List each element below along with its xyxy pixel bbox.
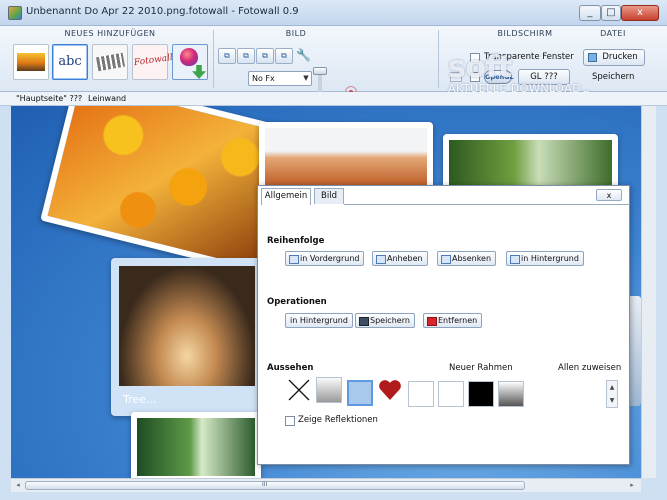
- no-frame-x-icon: [288, 379, 310, 401]
- text-tool-label: abc: [58, 54, 82, 69]
- add-text-tool[interactable]: abc: [52, 44, 88, 80]
- no-frame-swatch[interactable]: [286, 377, 312, 403]
- breadcrumb-canvas[interactable]: Leinwand: [88, 94, 126, 103]
- gradient-frame-swatch[interactable]: [316, 377, 342, 403]
- group-label-picture: BILD: [285, 29, 307, 38]
- wordcloud-icon: [95, 52, 126, 72]
- appearance-section-title: Aussehen: [267, 363, 314, 373]
- tree-photo-frame[interactable]: Tree...: [111, 258, 263, 416]
- remove-button[interactable]: Entfernen: [423, 313, 483, 328]
- fotowall-app-icon: [8, 6, 22, 20]
- show-reflections-label: Zeige Reflektionen: [298, 415, 378, 425]
- heart-icon: [379, 380, 401, 400]
- dark-gradient-frame-swatch[interactable]: [498, 381, 524, 407]
- maximize-button[interactable]: □: [601, 5, 621, 21]
- background-button[interactable]: in Hintergrund: [285, 313, 353, 328]
- slider-handle[interactable]: [313, 67, 327, 75]
- group-label-add: NEUES HINZUFÜGEN: [64, 29, 156, 38]
- sunset-picture-icon: [17, 53, 45, 71]
- tab-general[interactable]: Allgemein: [261, 188, 311, 205]
- chevron-down-icon[interactable]: ▼: [300, 71, 312, 86]
- raise-icon: [376, 255, 386, 264]
- scroll-left-icon[interactable]: ◂: [13, 481, 23, 490]
- vertical-scrollbar[interactable]: [641, 106, 656, 478]
- breadcrumb-home[interactable]: "Hauptseite" ???: [16, 94, 82, 103]
- assign-all-label[interactable]: Allen zuweisen: [558, 363, 621, 373]
- send-to-back-label: in Hintergrund: [521, 254, 579, 263]
- toolbar: NEUES HINZUFÜGEN BILD BILDSCHIRM DATEI a…: [0, 26, 667, 120]
- group-label-screen: BILDSCHIRM: [497, 29, 553, 38]
- add-web-picture-tool[interactable]: [172, 44, 208, 80]
- front-icon: [289, 255, 299, 264]
- fotowall-tool-label: Fotowall: [133, 52, 174, 69]
- raise-label: Anheben: [387, 254, 423, 263]
- bring-to-front-button[interactable]: in Vordergrund: [285, 251, 365, 266]
- group-label-file: DATEI: [600, 29, 626, 38]
- operations-section-title: Operationen: [267, 297, 327, 307]
- selected-frame-swatch[interactable]: [347, 380, 373, 406]
- add-fotowall-tool[interactable]: Fotowall: [132, 44, 174, 80]
- save-picture-button[interactable]: Speichern: [355, 313, 415, 328]
- black-frame-swatch[interactable]: [468, 381, 494, 407]
- wrench-icon[interactable]: 🔧: [296, 48, 311, 62]
- tree-caption: Tree...: [123, 393, 157, 406]
- add-picture-tool[interactable]: [13, 44, 49, 80]
- scrollbar-grip: III: [262, 481, 268, 488]
- stack-lower-icon[interactable]: ⧉: [256, 48, 274, 64]
- lower-icon: [441, 255, 451, 264]
- white-frame-swatch[interactable]: [408, 381, 434, 407]
- tab-line: [344, 204, 630, 205]
- stack-raise-icon[interactable]: ⧉: [237, 48, 255, 64]
- stack-front-icon[interactable]: ⧉: [218, 48, 236, 64]
- lower-label: Absenken: [452, 254, 492, 263]
- back-icon: [510, 255, 520, 264]
- toolbar-separator: [438, 30, 439, 88]
- dialog-close-button[interactable]: x: [596, 189, 622, 201]
- balloon-icon: [180, 48, 198, 66]
- stack-back-icon[interactable]: ⧉: [275, 48, 293, 64]
- title-bar: Unbenannt Do Apr 22 2010.png.fotowall - …: [0, 0, 667, 26]
- heart-frame-swatch[interactable]: [377, 377, 403, 403]
- download-arrow-icon: [192, 65, 206, 79]
- tab-picture[interactable]: Bild: [314, 188, 344, 204]
- chevron-right-icon: ›: [78, 93, 82, 102]
- save-picture-label: Speichern: [370, 316, 410, 325]
- window-title: Unbenannt Do Apr 22 2010.png.fotowall - …: [26, 6, 299, 17]
- lower-button[interactable]: Absenken: [437, 251, 497, 266]
- show-reflections-checkbox[interactable]: [285, 416, 295, 426]
- floppy-disk-icon: [359, 317, 369, 326]
- order-section-title: Reihenfolge: [267, 236, 325, 246]
- swatch-scroll-arrows[interactable]: ▲ ▼: [606, 380, 618, 408]
- close-button[interactable]: x: [621, 5, 659, 21]
- new-frame-label: Neuer Rahmen: [449, 363, 513, 373]
- horizontal-scrollbar[interactable]: ◂ III ▸: [11, 478, 641, 492]
- forest-photo[interactable]: [131, 412, 261, 478]
- scrollbar-thumb[interactable]: III: [25, 481, 525, 490]
- toolbar-separator: [213, 30, 214, 88]
- remove-label: Entfernen: [438, 316, 478, 325]
- send-to-back-button[interactable]: in Hintergrund: [506, 251, 584, 266]
- tree-photo: [119, 266, 255, 386]
- bring-to-front-label: in Vordergrund: [300, 254, 360, 263]
- breadcrumb: "Hauptseite" ??? › Leinwand: [0, 92, 667, 106]
- minimize-button[interactable]: _: [579, 5, 601, 21]
- plain-frame-swatch[interactable]: [438, 381, 464, 407]
- delete-x-icon: [427, 317, 437, 326]
- raise-button[interactable]: Anheben: [372, 251, 428, 266]
- scroll-right-icon[interactable]: ▸: [627, 481, 637, 490]
- add-wordcloud-tool[interactable]: [92, 44, 128, 80]
